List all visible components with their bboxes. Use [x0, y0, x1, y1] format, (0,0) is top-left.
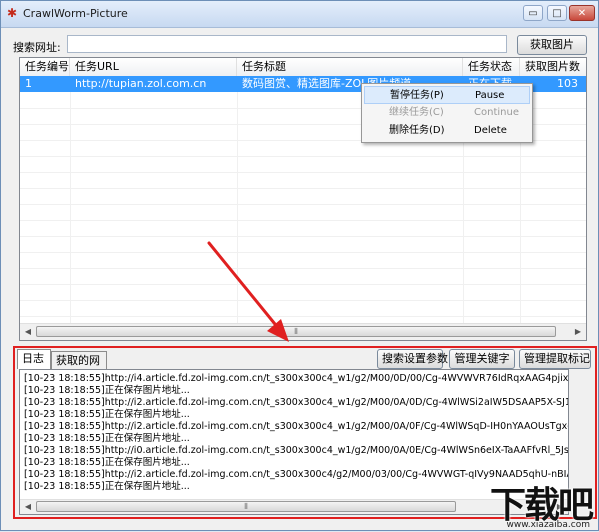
log-line: [10-23 18:18:55]正在保存图片地址... — [24, 409, 190, 420]
scroll-left-icon[interactable]: ◀ — [22, 501, 34, 513]
column-header-id[interactable]: 任务编号 — [20, 58, 70, 76]
grid-divider — [237, 76, 238, 324]
grid-line — [20, 268, 586, 269]
grid-line — [20, 284, 586, 285]
log-line: [10-23 18:18:55]http://i4.article.fd.zol… — [24, 373, 569, 384]
menu-item-label: 删除任务(D) — [389, 125, 445, 136]
grid-line — [20, 188, 586, 189]
minimize-button[interactable]: ▭ — [523, 5, 543, 21]
scrollbar-thumb[interactable]: ⦀ — [36, 326, 556, 337]
menu-item-label-en: Continue — [474, 107, 519, 118]
log-line: [10-23 18:18:55]http://i2.article.fd.zol… — [24, 421, 569, 432]
column-header-count[interactable]: 获取图片数 — [520, 58, 586, 76]
get-pictures-button[interactable]: 获取图片 — [517, 35, 587, 55]
menu-item-delete[interactable]: 删除任务(D) Delete — [364, 122, 530, 140]
grid-line — [20, 300, 586, 301]
search-label: 搜索网址: — [13, 41, 61, 54]
maximize-button[interactable]: □ — [547, 5, 567, 21]
log-line: [10-23 18:18:55]正在保存图片地址... — [24, 433, 190, 444]
column-header-status[interactable]: 任务状态 — [463, 58, 520, 76]
grid-line — [20, 204, 586, 205]
menu-item-label: 继续任务(C) — [389, 107, 444, 118]
site-watermark: 下载吧 www.xiazaiba.com — [466, 474, 596, 530]
spider-icon: ✱ — [7, 6, 18, 20]
column-header-url[interactable]: 任务URL — [70, 58, 237, 76]
title-bar: ✱ CrawlWorm-Picture ▭ □ ✕ — [1, 1, 598, 28]
grid-line — [20, 252, 586, 253]
search-input[interactable] — [67, 35, 507, 53]
task-id-cell: 1 — [25, 77, 32, 90]
table-header: 任务编号 任务URL 任务标题 任务状态 获取图片数 — [20, 58, 586, 77]
menu-item-continue[interactable]: 继续任务(C) Continue — [364, 104, 530, 122]
menu-item-label: 暂停任务(P) — [390, 90, 444, 101]
watermark-url: www.xiazaiba.com — [506, 520, 590, 530]
manage-keywords-button[interactable]: 管理关键字 — [449, 349, 515, 369]
log-line: [10-23 18:18:55]正在保存图片地址... — [24, 481, 190, 492]
grid-divider — [70, 76, 71, 324]
scroll-left-icon[interactable]: ◀ — [22, 326, 34, 338]
grid-line — [20, 172, 586, 173]
menu-item-label-en: Pause — [475, 90, 505, 101]
close-button[interactable]: ✕ — [569, 5, 595, 21]
log-line: [10-23 18:18:55]正在保存图片地址... — [24, 385, 190, 396]
tab-fetched-urls[interactable]: 获取的网址 — [51, 351, 107, 385]
log-line: [10-23 18:18:55]http://i2.article.fd.zol… — [24, 397, 569, 408]
table-horizontal-scrollbar[interactable]: ◀ ⦀ ▶ — [20, 323, 586, 340]
menu-item-pause[interactable]: 暂停任务(P) Pause — [364, 86, 530, 104]
scroll-right-icon[interactable]: ▶ — [572, 326, 584, 338]
context-menu: 暂停任务(P) Pause 继续任务(C) Continue 删除任务(D) D… — [361, 83, 533, 143]
task-url-cell: http://tupian.zol.com.cn — [75, 77, 207, 90]
window-title: CrawlWorm-Picture — [23, 7, 128, 20]
app-window: ✱ CrawlWorm-Picture ▭ □ ✕ 搜索网址: 获取图片 任务编… — [0, 0, 599, 531]
search-settings-button[interactable]: 搜索设置参数 — [377, 349, 448, 369]
menu-item-label-en: Delete — [474, 125, 507, 136]
tab-log[interactable]: 日志 — [17, 349, 51, 369]
manage-extract-tags-button[interactable]: 管理提取标记 — [519, 349, 591, 369]
column-header-title[interactable]: 任务标题 — [237, 58, 463, 76]
grid-line — [20, 236, 586, 237]
grid-line — [20, 156, 586, 157]
log-line: [10-23 18:18:55]http://i0.article.fd.zol… — [24, 445, 569, 456]
grid-line — [20, 316, 586, 317]
grid-line — [20, 220, 586, 221]
scrollbar-thumb[interactable]: ⦀ — [36, 501, 456, 512]
log-line: [10-23 18:18:55]正在保存图片地址... — [24, 457, 190, 468]
